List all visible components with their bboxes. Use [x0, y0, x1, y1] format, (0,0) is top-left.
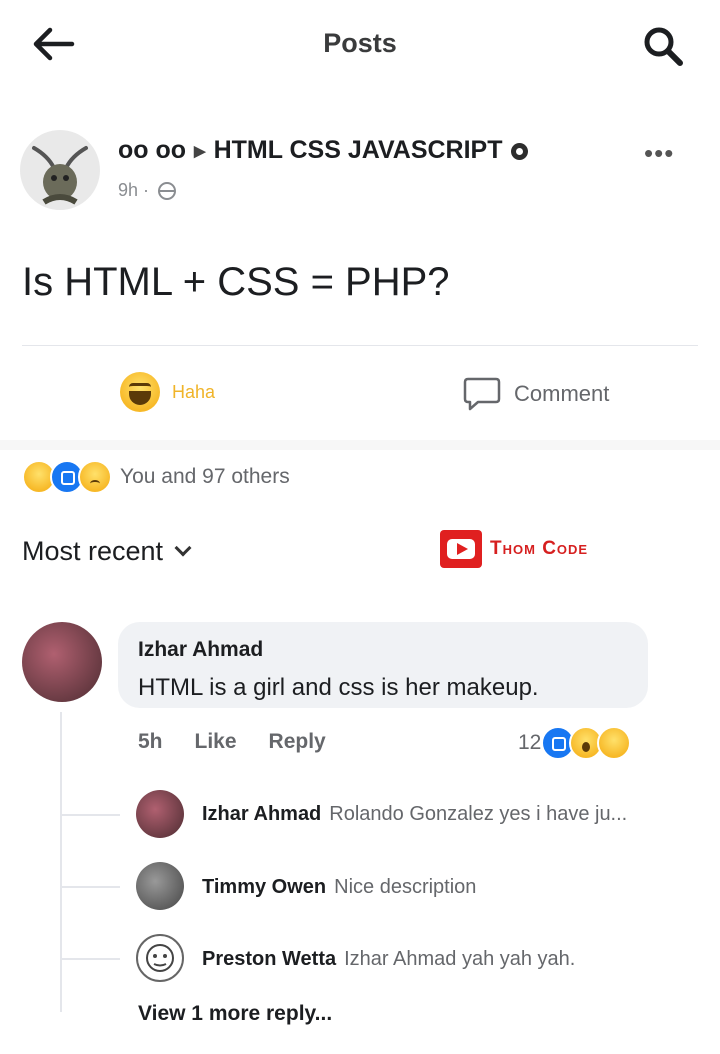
- comment-time: 5h: [138, 730, 163, 753]
- comment-actions: 5h Like Reply: [138, 730, 358, 754]
- divider: [22, 345, 698, 346]
- reply-avatar[interactable]: [136, 934, 184, 982]
- reply-author: Izhar Ahmad: [202, 803, 322, 825]
- post-time-text: 9h ·: [118, 180, 150, 200]
- reply-text: Izhar Ahmad yah yah yah.: [344, 948, 576, 970]
- reply-text: Rolando Gonzalez yes i have ju...: [329, 803, 628, 825]
- comment-reaction-count: 12: [518, 731, 542, 754]
- like-button[interactable]: Like: [195, 730, 237, 753]
- comment-reactions[interactable]: 12: [518, 726, 632, 760]
- section-separator: [0, 440, 720, 450]
- comment-sort-dropdown[interactable]: Most recent: [22, 536, 192, 567]
- reply-avatar[interactable]: [136, 862, 184, 910]
- bunny-avatar-icon: [32, 146, 88, 205]
- comment-text: HTML is a girl and css is her makeup.: [138, 674, 539, 701]
- comment-label: Comment: [514, 381, 610, 406]
- reply-author: Preston Wetta: [202, 948, 337, 970]
- haha-emoji-icon: [597, 726, 632, 760]
- post-author-name[interactable]: oo oo: [118, 136, 186, 164]
- post-header: oo oo ▶ HTML CSS JAVASCRIPT: [118, 136, 528, 165]
- reply-thread-line: [60, 712, 62, 1012]
- haha-reaction-button[interactable]: Haha: [120, 368, 215, 416]
- sort-label: Most recent: [22, 536, 164, 566]
- sad-emoji-icon: [78, 460, 112, 494]
- reactions-count-text: You and 97 others: [120, 465, 290, 488]
- commenter-avatar[interactable]: [22, 622, 102, 702]
- page-title: Posts: [323, 28, 397, 58]
- reactions-summary[interactable]: You and 97 others: [22, 458, 290, 496]
- watermark-text: Thom Code: [490, 538, 589, 559]
- reply-connector: [60, 958, 120, 960]
- caret-right-icon: ▶: [194, 143, 206, 161]
- badge-icon: [510, 142, 528, 160]
- comment-bubble-icon: [463, 377, 501, 411]
- search-icon[interactable]: [640, 24, 686, 68]
- sketch-face-icon: [146, 944, 174, 972]
- reply-connector: [60, 814, 120, 816]
- haha-emoji-icon: [120, 372, 160, 412]
- chevron-down-icon: [174, 539, 192, 557]
- more-options-icon[interactable]: •••: [644, 138, 674, 169]
- watermark: Thom Code: [440, 530, 588, 568]
- haha-label: Haha: [172, 381, 216, 402]
- reply-connector: [60, 886, 120, 888]
- reply-button[interactable]: Reply: [269, 730, 326, 753]
- comment-button[interactable]: Comment: [462, 372, 609, 416]
- comment-author[interactable]: Izhar Ahmad: [138, 638, 263, 662]
- youtube-play-icon: [440, 530, 482, 568]
- reply-item[interactable]: Preston Wetta Izhar Ahmad yah yah yah.: [202, 948, 575, 971]
- reply-item[interactable]: Izhar Ahmad Rolando Gonzalez yes i have j…: [202, 803, 627, 826]
- reply-text: Nice description: [334, 876, 477, 898]
- post-timestamp: 9h ·: [118, 180, 177, 201]
- reply-item[interactable]: Timmy Owen Nice description: [202, 876, 476, 899]
- view-more-replies-link[interactable]: View 1 more reply...: [138, 1002, 332, 1026]
- globe-icon: [158, 182, 177, 201]
- reply-avatar[interactable]: [136, 790, 184, 838]
- post-author-avatar[interactable]: [20, 130, 100, 210]
- post-body: Is HTML + CSS = PHP?: [22, 260, 450, 304]
- group-name[interactable]: HTML CSS JAVASCRIPT: [214, 136, 503, 164]
- reply-author: Timmy Owen: [202, 876, 327, 898]
